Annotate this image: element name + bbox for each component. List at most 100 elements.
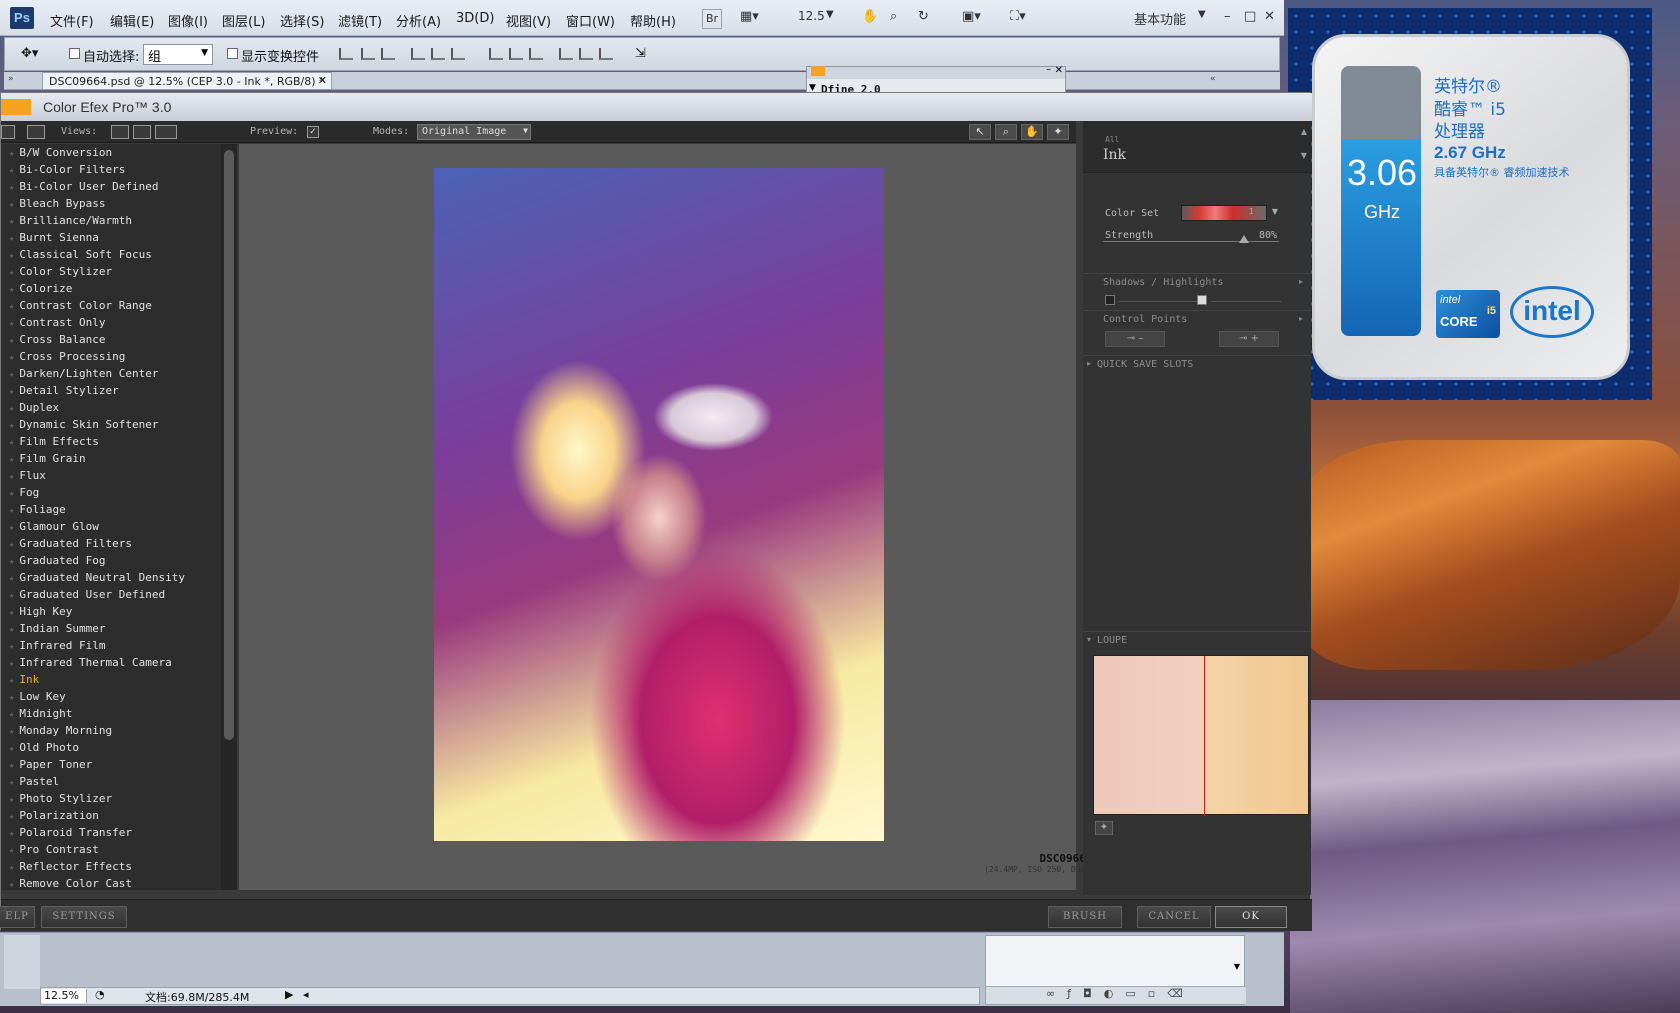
hand-tool-icon[interactable]: ✋ (1021, 124, 1043, 140)
distribute-vcenter-icon[interactable] (509, 48, 523, 60)
loupe-pin-icon[interactable]: ✦ (1095, 821, 1113, 835)
section-collapse-icon[interactable]: ▾ (1087, 635, 1091, 644)
favorite-star-icon[interactable]: ★ (9, 506, 14, 516)
favorite-star-icon[interactable]: ★ (9, 455, 14, 465)
align-left-icon[interactable] (411, 48, 425, 60)
filter-list-item[interactable]: ★ Glamour Glow (1, 518, 221, 535)
favorite-star-icon[interactable]: ★ (9, 523, 14, 533)
loupe-section[interactable]: LOUPE ▾ (1083, 631, 1311, 649)
ok-button[interactable]: OK (1215, 906, 1287, 928)
move-tool-icon[interactable]: ✥▾ (21, 46, 38, 61)
split-view-icon[interactable] (133, 125, 151, 139)
collapse-panels-icon[interactable]: » (8, 74, 14, 84)
menu-3d[interactable]: 3D(D) (456, 11, 494, 26)
favorite-star-icon[interactable]: ★ (9, 200, 14, 210)
layer-style-icon[interactable]: ƒ (1067, 987, 1083, 1000)
favorite-star-icon[interactable]: ★ (9, 268, 14, 278)
favorite-star-icon[interactable]: ★ (9, 812, 14, 822)
menu-edit[interactable]: 编辑(E) (110, 11, 154, 30)
help-button[interactable]: ELP (0, 906, 35, 928)
favorite-star-icon[interactable]: ★ (9, 319, 14, 329)
filter-list-item[interactable]: ★ Indian Summer (1, 620, 221, 637)
filter-list-item[interactable]: ★ Classical Soft Focus (1, 246, 221, 263)
favorite-star-icon[interactable]: ★ (9, 285, 14, 295)
photoshop-app-icon[interactable]: Ps (10, 7, 34, 29)
filter-list-item[interactable]: ★ Remove Color Cast (1, 875, 221, 890)
align-right-icon[interactable] (451, 48, 465, 60)
document-tab[interactable]: DSC09664.psd @ 12.5% (CEP 3.0 - Ink *, R… (42, 72, 332, 90)
strength-slider-knob[interactable] (1238, 235, 1249, 243)
filter-list-item[interactable]: ★ Graduated Neutral Density (1, 569, 221, 586)
adjustment-layer-icon[interactable]: ◐ (1104, 987, 1126, 1000)
panel-collapse-icon[interactable]: « (1210, 74, 1216, 84)
menu-filter[interactable]: 滤镜(T) (338, 11, 382, 30)
favorite-star-icon[interactable]: ★ (9, 234, 14, 244)
favorite-star-icon[interactable]: ★ (9, 642, 14, 652)
dfine-close-icon[interactable]: ✕ (1055, 65, 1063, 76)
filter-list-item[interactable]: ★ Polaroid Transfer (1, 824, 221, 841)
shadows-slider[interactable] (1119, 301, 1199, 302)
show-transform-checkbox[interactable] (227, 48, 238, 59)
filter-list-item[interactable]: ★ Color Stylizer (1, 263, 221, 280)
filter-list-item[interactable]: ★ Old Photo (1, 739, 221, 756)
single-view-icon[interactable] (111, 125, 129, 139)
filter-list-item[interactable]: ★ Cross Balance (1, 331, 221, 348)
filter-list-item[interactable]: ★ Ink (1, 671, 221, 688)
delete-layer-icon[interactable]: ⌫ (1167, 987, 1195, 1000)
menu-file[interactable]: 文件(F) (50, 11, 94, 30)
favorite-star-icon[interactable]: ★ (9, 710, 14, 720)
strength-slider-track[interactable] (1103, 241, 1279, 242)
favorite-star-icon[interactable]: ★ (9, 744, 14, 754)
tab-close-icon[interactable]: ✕ (318, 74, 327, 87)
pin-tool-icon[interactable]: ✦ (1047, 124, 1069, 140)
favorite-star-icon[interactable]: ★ (9, 846, 14, 856)
favorite-star-icon[interactable]: ★ (9, 489, 14, 499)
favorite-star-icon[interactable]: ★ (9, 404, 14, 414)
favorite-star-icon[interactable]: ★ (9, 574, 14, 584)
new-layer-icon[interactable]: ▫ (1148, 987, 1167, 1000)
favorite-star-icon[interactable]: ★ (9, 557, 14, 567)
menu-image[interactable]: 图像(I) (168, 11, 208, 30)
distribute-top-icon[interactable] (489, 48, 503, 60)
filter-list-item[interactable]: ★ Foliage (1, 501, 221, 518)
filter-list-item[interactable]: ★ Film Grain (1, 450, 221, 467)
scroll-left-icon[interactable]: ◂ (303, 988, 309, 1001)
favorite-star-icon[interactable]: ★ (9, 863, 14, 873)
scrollbar-thumb[interactable] (224, 150, 234, 740)
cancel-button[interactable]: CANCEL (1137, 906, 1211, 928)
filter-list-item[interactable]: ★ Graduated User Defined (1, 586, 221, 603)
shadows-swatch[interactable] (1105, 295, 1115, 305)
scroll-down-icon[interactable]: ▼ (1301, 151, 1307, 160)
preview-checkbox[interactable]: ✓ (307, 126, 319, 138)
filter-list-item[interactable]: ★ Bi-Color User Defined (1, 178, 221, 195)
favorite-star-icon[interactable]: ★ (9, 591, 14, 601)
arrange-documents-icon[interactable]: ▣▾ (962, 9, 981, 29)
zoom-field[interactable]: 12.5% (41, 989, 87, 1003)
filter-list-item[interactable]: ★ Dynamic Skin Softener (1, 416, 221, 433)
quick-save-slots-section[interactable]: QUICK SAVE SLOTS ▸ (1083, 355, 1311, 373)
filter-list-item[interactable]: ★ Paper Toner (1, 756, 221, 773)
favorite-star-icon[interactable]: ★ (9, 217, 14, 227)
favorite-star-icon[interactable]: ★ (9, 251, 14, 261)
menu-analysis[interactable]: 分析(A) (396, 11, 441, 30)
new-group-icon[interactable]: ▭ (1125, 987, 1147, 1000)
screen-mode-icon[interactable]: ⛶▾ (1010, 9, 1026, 29)
distribute-left-icon[interactable] (559, 48, 573, 60)
minimize-icon[interactable]: – (1224, 9, 1231, 29)
layer-mask-icon[interactable]: ◘ (1083, 987, 1104, 1000)
filter-list-item[interactable]: ★ Midnight (1, 705, 221, 722)
favorite-star-icon[interactable]: ★ (9, 625, 14, 635)
color-set-dropdown[interactable]: 1 ▼ (1181, 205, 1278, 221)
list-view-icon[interactable] (1, 125, 15, 139)
close-icon[interactable]: ✕ (1264, 9, 1275, 29)
filter-list-item[interactable]: ★ Detail Stylizer (1, 382, 221, 399)
menu-select[interactable]: 选择(S) (280, 11, 324, 30)
link-layers-icon[interactable]: ∞ (1046, 987, 1067, 1000)
favorite-star-icon[interactable]: ★ (9, 693, 14, 703)
filter-list-item[interactable]: ★ Colorize (1, 280, 221, 297)
favorite-star-icon[interactable]: ★ (9, 336, 14, 346)
filter-list-item[interactable]: ★ Pastel (1, 773, 221, 790)
favorite-star-icon[interactable]: ★ (9, 353, 14, 363)
favorite-star-icon[interactable]: ★ (9, 659, 14, 669)
favorite-star-icon[interactable]: ★ (9, 387, 14, 397)
